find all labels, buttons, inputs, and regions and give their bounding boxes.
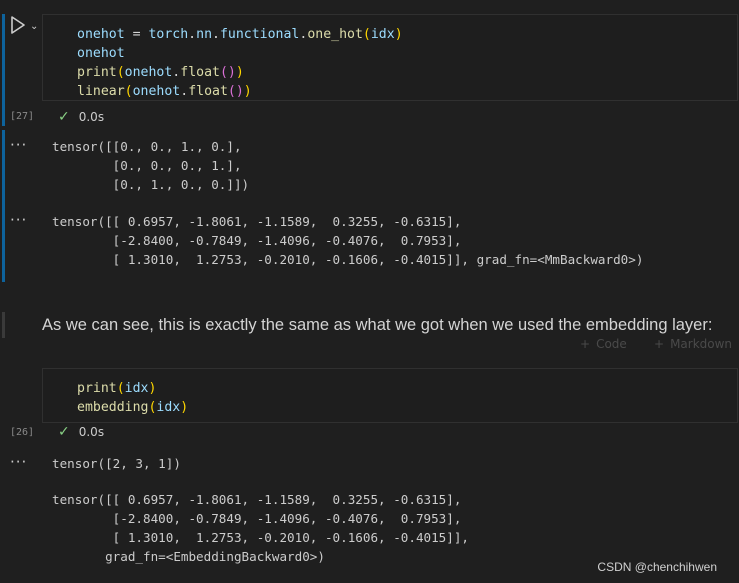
code-token: onehot — [77, 46, 125, 61]
cell-1-code[interactable]: onehot = torch.nn.functional.one_hot(idx… — [77, 25, 403, 101]
code-token: ( — [362, 27, 371, 42]
code-token: one_hot — [307, 27, 363, 42]
cell-1-duration: 0.0s — [78, 110, 105, 124]
code-line[interactable]: onehot — [77, 44, 403, 63]
code-token: ) — [235, 65, 244, 80]
code-token: idx — [370, 27, 395, 42]
code-token: . — [188, 27, 197, 42]
check-icon: ✓ — [58, 109, 70, 125]
code-line[interactable]: linear(onehot.float()) — [77, 82, 403, 101]
code-token: () — [227, 84, 244, 99]
cell-2-duration: 0.0s — [78, 425, 105, 439]
code-token: torch — [148, 27, 189, 42]
code-token: onehot — [132, 84, 181, 99]
code-token: ) — [243, 84, 252, 99]
code-line[interactable]: print(onehot.float()) — [77, 63, 403, 82]
cell-1-status: ✓ 0.0s — [58, 109, 104, 125]
code-token: () — [219, 65, 236, 80]
cell-2-status: ✓ 0.0s — [58, 424, 104, 440]
cell-1-output-bar — [2, 130, 5, 282]
code-token: nn — [196, 27, 213, 42]
cell-1-execution-count: [27] — [10, 111, 35, 122]
code-token: = — [124, 27, 149, 42]
code-token: ( — [124, 84, 133, 99]
output-menu-button[interactable]: ··· — [10, 211, 27, 229]
code-token: float — [188, 84, 228, 99]
code-token: ) — [148, 381, 157, 396]
add-markdown-cell-button[interactable]: + Markdown — [654, 337, 732, 351]
code-line[interactable]: onehot = torch.nn.functional.one_hot(idx… — [77, 25, 403, 44]
output-menu-button[interactable]: ··· — [10, 453, 27, 471]
cell-1-output-1: tensor([[0., 0., 1., 0.], [0., 0., 0., 1… — [52, 139, 250, 192]
plus-icon: + — [580, 337, 591, 351]
cell-2-output-1: tensor([2, 3, 1]) — [52, 456, 181, 471]
run-icon[interactable] — [10, 16, 26, 34]
watermark: CSDN @chenchihwen — [597, 560, 717, 574]
cell-1-focus-bar — [2, 14, 5, 126]
code-token: embedding — [77, 400, 149, 415]
code-token: functional — [219, 27, 300, 42]
code-line[interactable]: embedding(idx) — [77, 398, 188, 417]
add-code-cell-button[interactable]: + Code — [580, 337, 627, 351]
code-token: idx — [156, 400, 181, 415]
code-token: idx — [124, 381, 149, 396]
chevron-down-icon[interactable]: ⌄ — [30, 21, 38, 32]
code-token: onehot — [124, 65, 173, 80]
code-token: . — [212, 27, 220, 42]
cell-2-output-2: tensor([[ 0.6957, -1.8061, -1.1589, 0.32… — [52, 492, 470, 564]
code-token: float — [180, 65, 220, 80]
code-token: ) — [394, 27, 403, 42]
plus-icon: + — [654, 337, 665, 351]
code-token: print — [77, 65, 117, 80]
markdown-cell-text[interactable]: As we can see, this is exactly the same … — [42, 316, 712, 335]
code-token: ( — [116, 381, 125, 396]
cell-2-code[interactable]: print(idx) embedding(idx) — [77, 379, 188, 417]
code-token: ) — [180, 400, 189, 415]
code-token: print — [77, 381, 117, 396]
code-token: onehot — [77, 27, 125, 42]
code-line[interactable]: print(idx) — [77, 379, 188, 398]
cell-2-execution-count: [26] — [10, 427, 35, 438]
code-token: . — [180, 84, 189, 99]
notebook: ⌄ onehot = torch.nn.functional.one_hot(i… — [0, 0, 739, 583]
output-menu-button[interactable]: ··· — [10, 136, 27, 154]
code-token: ( — [116, 65, 125, 80]
code-token: linear — [77, 84, 125, 99]
check-icon: ✓ — [58, 424, 70, 440]
markdown-cell-bar — [2, 312, 5, 338]
cell-1-output-2: tensor([[ 0.6957, -1.8061, -1.1589, 0.32… — [52, 214, 644, 267]
